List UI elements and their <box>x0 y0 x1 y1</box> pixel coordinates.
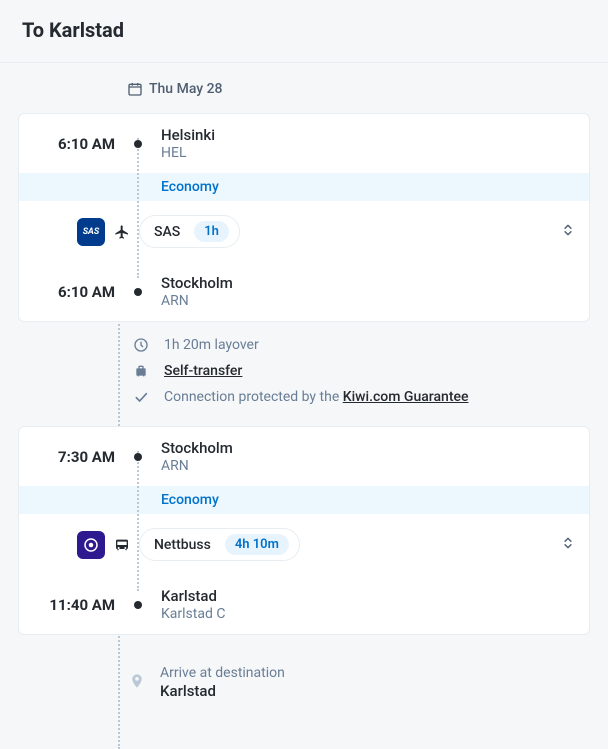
departure-code: HEL <box>161 145 215 161</box>
itinerary-header: To Karlstad <box>0 0 608 63</box>
carrier-duration: 4h 10m <box>225 534 289 555</box>
departure-row: 6:10 AM Helsinki HEL <box>19 114 589 173</box>
departure-time: 6:10 AM <box>19 135 129 153</box>
departure-city: Helsinki <box>161 126 215 144</box>
clock-icon <box>126 337 156 353</box>
pin-icon <box>129 672 145 693</box>
bus-icon <box>105 537 139 553</box>
airline-logo-sas: SAS <box>77 218 105 246</box>
layover-duration: 1h 20m layover <box>156 337 259 353</box>
carrier-name: Nettbuss <box>150 537 215 553</box>
departure-city: Stockholm <box>161 439 233 457</box>
carrier-duration: 1h <box>194 221 229 242</box>
departure-row: 7:30 AM Stockholm ARN <box>19 427 589 486</box>
expand-icon[interactable] <box>561 223 575 241</box>
carrier-pill[interactable]: Nettbuss 4h 10m <box>139 528 300 561</box>
carrier-pill[interactable]: SAS 1h <box>139 215 240 248</box>
carrier-row[interactable]: SAS SAS 1h <box>19 201 589 262</box>
calendar-icon <box>125 81 145 97</box>
arrival-time: 6:10 AM <box>19 283 129 301</box>
departure-time: 7:30 AM <box>19 448 129 466</box>
cabin-class-band: Economy <box>19 486 589 514</box>
self-transfer-link[interactable]: Self-transfer <box>164 363 242 379</box>
page-title: To Karlstad <box>22 18 586 42</box>
itinerary-leg-card: 6:10 AM Helsinki HEL Economy SAS SAS 1h <box>18 113 590 322</box>
arrival-city: Karlstad <box>161 587 225 605</box>
expand-icon[interactable] <box>561 536 575 554</box>
itinerary-leg-card: 7:30 AM Stockholm ARN Economy Nettbuss 4… <box>18 426 590 635</box>
guarantee-text: Connection protected by the Kiwi.com Gua… <box>156 389 468 405</box>
arrival-time: 11:40 AM <box>19 596 129 614</box>
arrival-row: 11:40 AM Karlstad Karlstad C <box>19 575 589 634</box>
arrival-code: ARN <box>161 293 233 309</box>
carrier-row[interactable]: Nettbuss 4h 10m <box>19 514 589 575</box>
cabin-class: Economy <box>161 492 219 508</box>
arrive-city: Karlstad <box>160 682 285 700</box>
luggage-icon <box>126 363 156 379</box>
plane-icon <box>105 224 139 240</box>
guarantee-link[interactable]: Kiwi.com Guarantee <box>343 389 469 405</box>
departure-code: ARN <box>161 458 233 474</box>
date-label: Thu May 28 <box>149 81 223 97</box>
arrive-label: Arrive at destination <box>160 665 285 681</box>
arrive-row: Arrive at destination Karlstad <box>18 635 590 700</box>
arrival-city: Stockholm <box>161 274 233 292</box>
carrier-logo-nettbuss <box>77 531 105 559</box>
date-row: Thu May 28 <box>18 63 590 113</box>
arrival-code: Karlstad C <box>161 606 225 622</box>
layover-block: 1h 20m layover Self-transfer Connection … <box>18 322 590 426</box>
carrier-name: SAS <box>150 224 184 240</box>
check-icon <box>126 389 156 405</box>
arrival-row: 6:10 AM Stockholm ARN <box>19 262 589 321</box>
cabin-class-band: Economy <box>19 173 589 201</box>
cabin-class: Economy <box>161 179 219 195</box>
